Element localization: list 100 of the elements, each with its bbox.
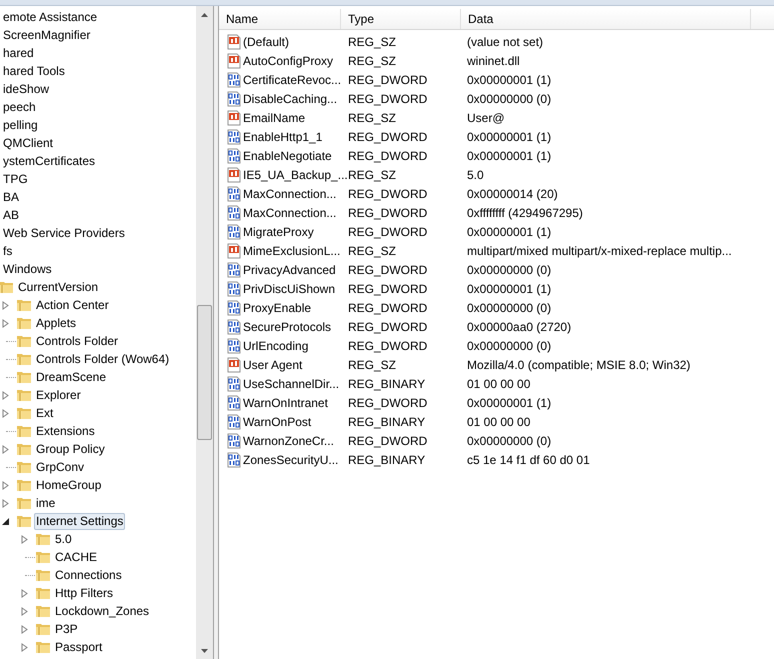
tree-item[interactable]: Controls Folder: [34, 332, 120, 350]
value-type: REG_SZ: [348, 358, 396, 372]
tree-item[interactable]: hared Tools: [1, 62, 67, 80]
value-name[interactable]: AutoConfigProxy: [243, 52, 334, 70]
value-name[interactable]: User Agent: [243, 356, 302, 374]
value-data: 0x00000001 (1): [467, 72, 552, 86]
tree-item[interactable]: ScreenMagnifier: [1, 26, 92, 44]
value-type: REG_DWORD: [348, 262, 428, 276]
value-data: 0x00000aa0 (2720): [467, 320, 572, 334]
value-name[interactable]: EnableNegotiate: [243, 146, 332, 164]
tree-item[interactable]: GrpConv: [34, 458, 86, 476]
value-data: 0x00000014 (20): [467, 186, 558, 200]
tree-item[interactable]: Internet Settings: [34, 512, 126, 530]
value-data: 0x00000001 (1): [467, 396, 552, 410]
tree-item[interactable]: Extensions: [34, 422, 97, 440]
value-data: wininet.dll: [467, 54, 520, 68]
value-type: REG_SZ: [348, 110, 396, 124]
tree-item[interactable]: ystemCertificates: [1, 152, 98, 170]
value-name[interactable]: SecureProtocols: [243, 318, 332, 336]
tree-item[interactable]: 5.0: [53, 530, 74, 548]
tree-item[interactable]: Action Center: [34, 296, 111, 314]
value-type: REG_SZ: [348, 168, 396, 182]
value-name[interactable]: IE5_UA_Backup_...: [243, 166, 348, 184]
value-name[interactable]: MaxConnection...: [243, 204, 336, 222]
value-type: REG_DWORD: [348, 300, 428, 314]
value-name[interactable]: EmailName: [243, 108, 306, 126]
value-data: 5.0: [467, 168, 484, 182]
value-data: 0x00000000 (0): [467, 262, 552, 276]
value-data: 0x00000000 (0): [467, 338, 552, 352]
value-name[interactable]: EnableHttp1_1: [243, 128, 322, 146]
tree-item[interactable]: emote Assistance: [1, 8, 100, 26]
value-data: 0x00000000 (0): [467, 434, 552, 448]
tree-item[interactable]: TPG: [1, 170, 30, 188]
tree-item[interactable]: fs: [1, 242, 14, 260]
tree-item[interactable]: Group Policy: [34, 440, 107, 458]
value-name[interactable]: WarnonZoneCr...: [243, 432, 334, 450]
value-type: REG_DWORD: [348, 224, 428, 238]
tree-item[interactable]: Controls Folder (Wow64): [34, 350, 172, 368]
value-data: 0x00000001 (1): [467, 282, 552, 296]
value-type: REG_SZ: [348, 34, 396, 48]
tree-item[interactable]: P3P: [53, 620, 80, 638]
tree-item[interactable]: DreamScene: [34, 368, 108, 386]
tree-item[interactable]: Applets: [34, 314, 78, 332]
value-name[interactable]: WarnOnIntranet: [243, 394, 328, 412]
tree-item[interactable]: Web Service Providers: [1, 224, 127, 242]
value-name[interactable]: CertificateRevoc...: [243, 70, 342, 88]
tree-item[interactable]: QMClient: [1, 134, 56, 152]
tree-item[interactable]: BA: [1, 188, 22, 206]
tree-item[interactable]: peech: [1, 98, 38, 116]
tree-item[interactable]: Explorer: [34, 386, 83, 404]
value-name[interactable]: DisableCaching...: [243, 90, 338, 108]
tree-item[interactable]: Connections: [53, 566, 124, 584]
value-name[interactable]: MimeExclusionL...: [243, 242, 340, 260]
value-name[interactable]: MigrateProxy: [243, 222, 314, 240]
value-type: REG_BINARY: [348, 414, 426, 428]
value-name[interactable]: PrivDiscUiShown: [243, 280, 336, 298]
value-name[interactable]: (Default): [243, 32, 290, 50]
value-data: 0x00000001 (1): [467, 130, 552, 144]
tree-item[interactable]: CurrentVersion: [16, 278, 100, 296]
value-type: REG_DWORD: [348, 92, 428, 106]
value-type: REG_DWORD: [348, 320, 428, 334]
value-data: 0x00000001 (1): [467, 224, 552, 238]
column-header[interactable]: Name: [219, 9, 341, 29]
tree-item[interactable]: ideShow: [1, 80, 52, 98]
column-header[interactable]: Type: [341, 9, 461, 29]
value-type: REG_DWORD: [348, 434, 428, 448]
value-name[interactable]: UrlEncoding: [243, 336, 308, 354]
tree-item[interactable]: HomeGroup: [34, 476, 104, 494]
value-type: REG_DWORD: [348, 186, 428, 200]
tree-item[interactable]: Passport: [53, 638, 104, 656]
value-data: Mozilla/4.0 (compatible; MSIE 8.0; Win32): [467, 358, 690, 372]
value-name[interactable]: MaxConnection...: [243, 184, 336, 202]
value-name[interactable]: WarnOnPost: [243, 412, 312, 430]
tree-item[interactable]: Http Filters: [53, 584, 116, 602]
value-data: 01 00 00 00: [467, 376, 530, 390]
tree-item[interactable]: Windows: [1, 260, 54, 278]
value-type: REG_DWORD: [348, 72, 428, 86]
value-type: REG_DWORD: [348, 338, 428, 352]
value-type: REG_BINARY: [348, 452, 426, 466]
tree-item[interactable]: AB: [1, 206, 22, 224]
value-data: 0xffffffff (4294967295): [467, 206, 583, 220]
tree-item[interactable]: Lockdown_Zones: [53, 602, 152, 620]
tree-item[interactable]: CACHE: [53, 548, 100, 566]
column-header[interactable]: Data: [461, 9, 751, 29]
value-name[interactable]: ProxyEnable: [243, 298, 312, 316]
value-type: REG_DWORD: [348, 282, 428, 296]
value-data: 01 00 00 00: [467, 414, 530, 428]
tree-item[interactable]: Ext: [34, 404, 56, 422]
tree-item[interactable]: ime: [34, 494, 58, 512]
tree-item[interactable]: pelling: [1, 116, 40, 134]
value-type: REG_DWORD: [348, 130, 428, 144]
value-data: 0x00000001 (1): [467, 148, 552, 162]
value-data: multipart/mixed multipart/x-mixed-replace multip...: [467, 244, 732, 258]
value-name[interactable]: PrivacyAdvanced: [243, 260, 336, 278]
value-data: 0x00000000 (0): [467, 92, 552, 106]
value-type: REG_DWORD: [348, 148, 428, 162]
value-name[interactable]: UseSchannelDir...: [243, 374, 340, 392]
value-type: REG_DWORD: [348, 206, 428, 220]
value-name[interactable]: ZonesSecurityU...: [243, 450, 338, 468]
tree-item[interactable]: hared: [1, 44, 36, 62]
